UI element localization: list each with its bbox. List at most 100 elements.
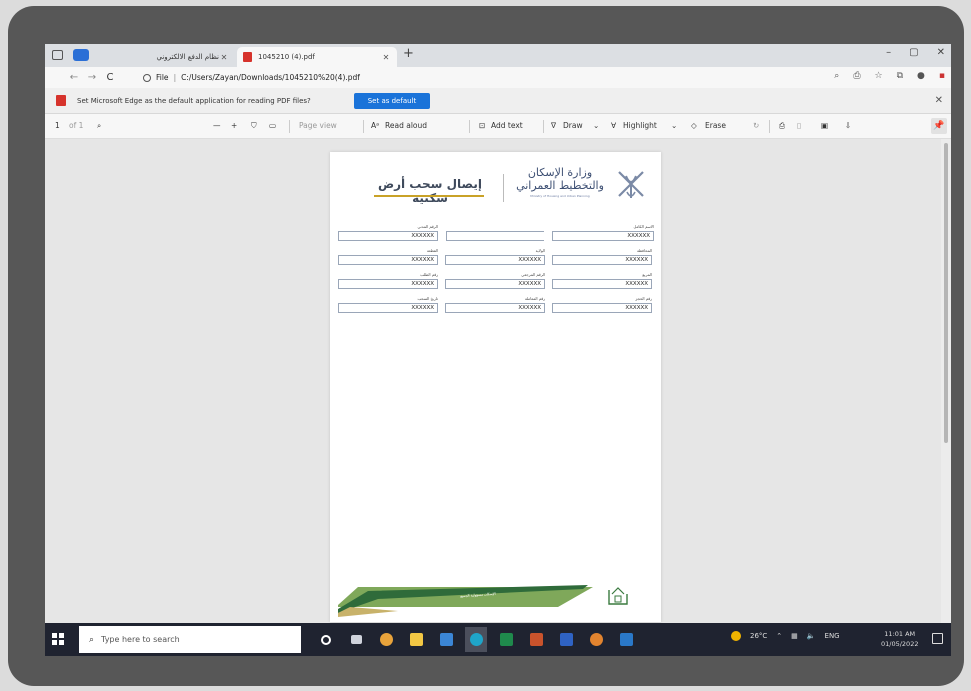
language-indicator[interactable]: ENG — [825, 632, 840, 640]
draw-button[interactable]: Draw — [563, 121, 583, 130]
close-window-button[interactable]: ✕ — [937, 47, 945, 58]
weather-icon[interactable] — [731, 631, 741, 641]
file-explorer-icon[interactable] — [405, 627, 427, 652]
clock-time: 11:01 AM — [884, 630, 916, 638]
address-bar-actions: ⌕ ⎙ ☆ ⧉ ● ▪ — [834, 71, 945, 81]
close-tab-icon[interactable]: ✕ — [219, 53, 229, 62]
minimize-button[interactable]: – — [886, 47, 891, 58]
draw-dropdown-icon[interactable]: ⌄ — [593, 121, 599, 130]
tab-pdf[interactable]: 1045210 (4).pdf ✕ — [237, 47, 397, 67]
read-mode-icon[interactable]: ⎙ — [853, 71, 860, 81]
workspaces-icon[interactable] — [52, 50, 63, 60]
settings-app-icon[interactable] — [585, 627, 607, 652]
fit-page-icon[interactable]: ⛉ — [251, 121, 257, 131]
field-value: XXXXXX — [338, 255, 438, 265]
page-number-input[interactable]: 1 — [55, 121, 60, 130]
vertical-scrollbar[interactable] — [941, 139, 951, 623]
restore-button[interactable]: ▢ — [909, 47, 918, 58]
pin-toolbar-icon[interactable]: 📌 — [931, 118, 947, 134]
page-layout-icon[interactable]: ▭ — [269, 121, 276, 130]
field-value: XXXXXX — [445, 279, 545, 289]
search-icon[interactable]: ⌕ — [97, 121, 101, 131]
back-button[interactable]: ← — [65, 72, 83, 83]
add-text-icon: ⊡ — [479, 121, 486, 130]
field-value: XXXXXX — [338, 279, 438, 289]
collections-icon[interactable]: ⧉ — [897, 71, 903, 81]
edge-icon[interactable] — [465, 627, 487, 652]
taskbar-search-box[interactable]: ⌕ Type here to search — [79, 626, 301, 653]
field-label: رقم المعاملة — [524, 296, 545, 301]
zoom-in-button[interactable]: + — [231, 121, 237, 130]
volume-icon[interactable]: 🔈 — [807, 632, 816, 640]
field-label: القطعة — [426, 248, 438, 253]
draw-icon: ∇ — [551, 121, 557, 130]
read-aloud-button[interactable]: Read aloud — [385, 121, 427, 130]
add-text-button[interactable]: Add text — [491, 121, 523, 130]
ministry-logo-text: وزارة الإسكان والتخطيط العمراني Ministry… — [510, 166, 610, 198]
print-icon[interactable]: ⎙ — [779, 121, 785, 131]
tab-payment-system[interactable]: نظام الدفع الالكتروني ✕ — [97, 47, 235, 67]
close-tab-icon[interactable]: ✕ — [381, 53, 391, 62]
tray-chevron-icon[interactable]: ⌃ — [776, 632, 782, 640]
url-field[interactable]: File | C:/Users/Zayan/Downloads/1045210%… — [143, 70, 903, 85]
refresh-button[interactable]: C — [101, 72, 119, 83]
pinned-apps — [315, 627, 637, 652]
save-icon[interactable]: ▣ — [821, 121, 828, 130]
pdf-file-icon — [56, 95, 66, 106]
url-text: C:/Users/Zayan/Downloads/1045210%20(4).p… — [181, 73, 360, 82]
highlight-dropdown-icon[interactable]: ⌄ — [671, 121, 677, 130]
form-field: الرقم المرجعي XXXXXX — [445, 272, 545, 289]
notification-center-icon[interactable] — [932, 633, 943, 644]
erase-button[interactable]: Erase — [705, 121, 726, 130]
rotate-icon[interactable]: ↻ — [753, 121, 759, 130]
tab-strip: نظام الدفع الالكتروني ✕ 1045210 (4).pdf … — [45, 44, 951, 67]
pdf-viewer-area[interactable]: إيصال سحب أرض سكنية وزارة الإسكان والتخط… — [45, 139, 941, 623]
erase-icon: ◇ — [691, 121, 697, 130]
field-value: XXXXXX — [552, 303, 652, 313]
field-label: الولاية — [535, 248, 545, 253]
windows-taskbar: ⌕ Type here to search 26°C ⌃ ▦ 🔈 ENG 11:… — [45, 623, 951, 656]
close-infobar-icon[interactable]: ✕ — [935, 95, 943, 106]
taskbar-clock[interactable]: 11:01 AM 01/05/2022 — [881, 629, 918, 649]
url-separator: | — [173, 73, 177, 82]
forward-button[interactable]: → — [83, 72, 101, 83]
default-app-infobar: Set Microsoft Edge as the default applic… — [45, 88, 951, 114]
excel-icon[interactable] — [495, 627, 517, 652]
pdf-toolbar: 1 of 1 ⌕ — + ⛉ ▭ Page view Aᵃ Read aloud… — [45, 114, 951, 139]
mail-icon[interactable] — [435, 627, 457, 652]
temperature-label[interactable]: 26°C — [750, 632, 767, 640]
extensions-icon[interactable]: ▪ — [939, 71, 945, 81]
document-title: إيصال سحب أرض سكنية — [377, 177, 483, 205]
screen: نظام الدفع الالكتروني ✕ 1045210 (4).pdf … — [45, 44, 951, 656]
new-tab-button[interactable]: + — [403, 46, 414, 61]
windows-start-icon[interactable] — [52, 633, 64, 645]
tab-actions-icon[interactable] — [73, 49, 89, 61]
field-value: XXXXXX — [445, 255, 545, 265]
zoom-out-button[interactable]: — — [213, 121, 221, 130]
network-icon[interactable]: ▦ — [791, 632, 798, 640]
highlight-button[interactable]: Highlight — [623, 121, 657, 130]
profile-icon[interactable]: ● — [917, 71, 925, 81]
form-field: رقم المعاملة XXXXXX — [445, 296, 545, 313]
scrollbar-thumb[interactable] — [944, 143, 948, 443]
word-icon[interactable] — [555, 627, 577, 652]
field-label: الاسم الكامل — [633, 224, 654, 229]
chrome-icon[interactable] — [375, 627, 397, 652]
ministry-name-english: Ministry of Housing and Urban Planning — [530, 194, 590, 198]
zoom-icon[interactable]: ⌕ — [834, 71, 839, 81]
page-view-button[interactable]: Page view — [299, 121, 337, 130]
set-as-default-button[interactable]: Set as default — [354, 93, 430, 109]
logo-divider — [503, 174, 504, 202]
toolbar-divider — [769, 120, 770, 133]
save-as-icon[interactable]: ⇩ — [845, 121, 851, 130]
cortana-icon[interactable] — [315, 627, 337, 652]
field-label: تاريخ السحب — [417, 296, 438, 301]
form-field-wide-fill — [446, 224, 544, 241]
oman-emblem-icon — [618, 171, 644, 198]
photos-icon[interactable] — [615, 627, 637, 652]
fit-width-icon[interactable]: ▯ — [797, 121, 801, 130]
task-view-icon[interactable] — [345, 627, 367, 652]
powerpoint-icon[interactable] — [525, 627, 547, 652]
favorite-star-icon[interactable]: ☆ — [875, 71, 883, 81]
form-field: الرقم المدني XXXXXX — [338, 224, 438, 241]
